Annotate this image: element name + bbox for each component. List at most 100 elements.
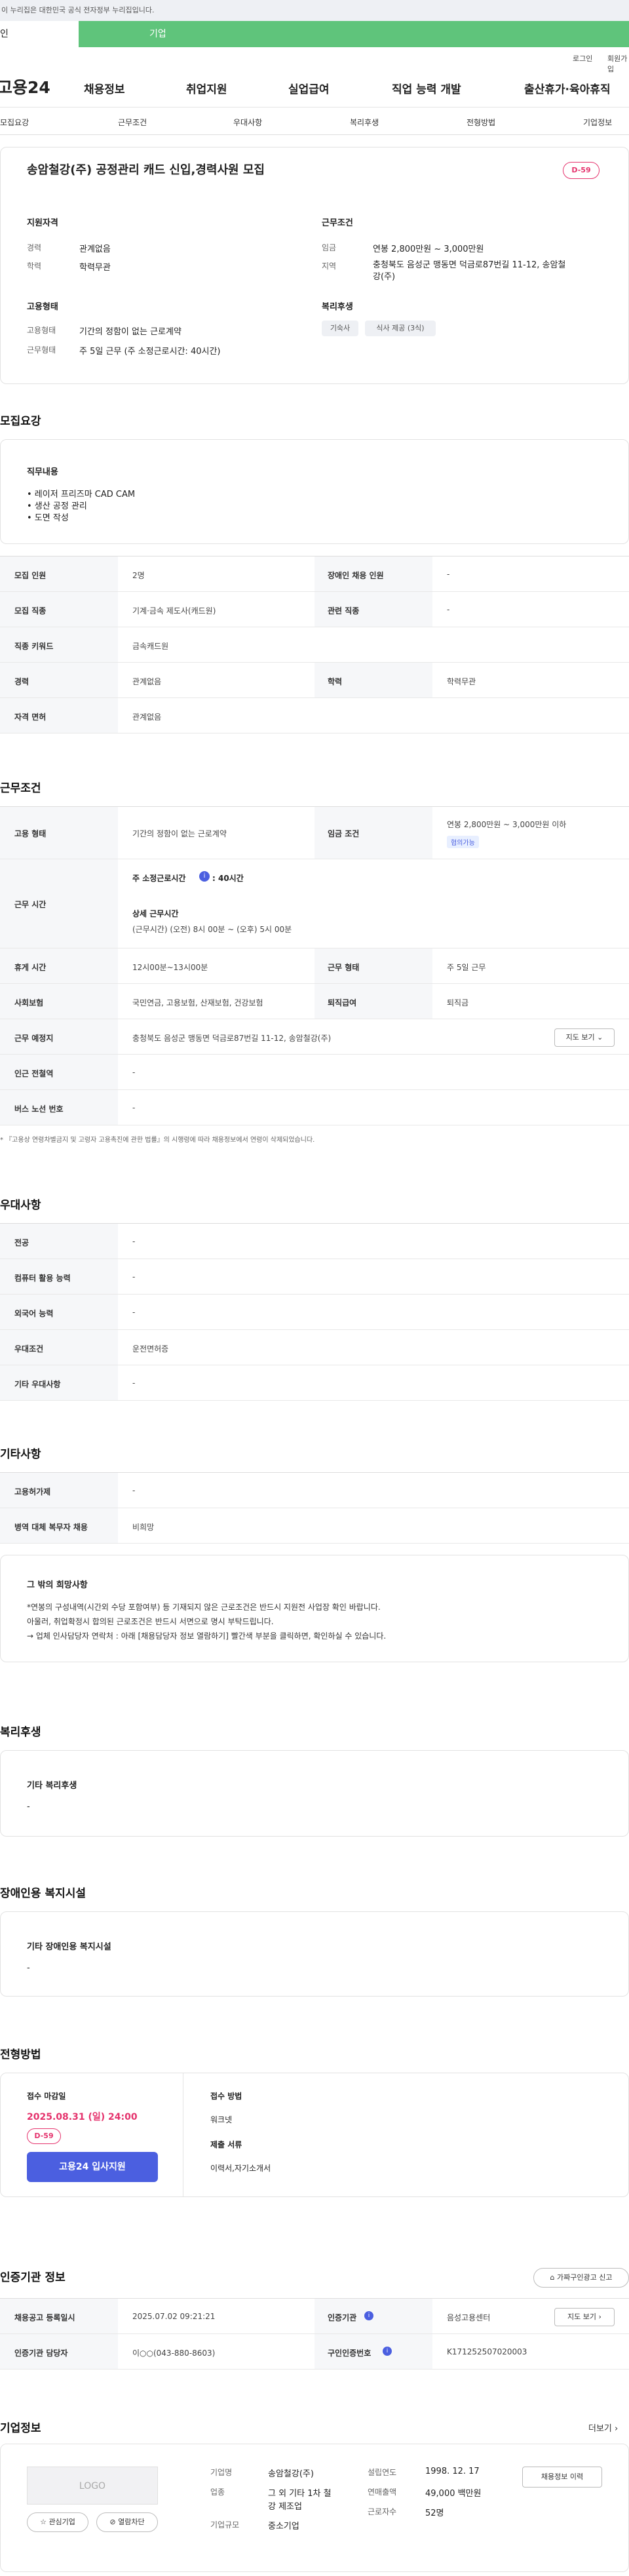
recruit-section-title: 모집요강: [0, 415, 41, 428]
table-header: 경력: [14, 677, 29, 686]
process-box: 접수 마감일 2025.08.31 (일) 24:00 D-59 고용24 입사…: [0, 2073, 629, 2197]
career-label: 경력: [27, 243, 42, 252]
other-wishes-line: 아울러, 취업확정시 합의된 근로조건은 반드시 서면으로 명시 부탁드립니다.: [27, 1617, 274, 1626]
company-logo: LOGO: [27, 2467, 158, 2505]
welfare-box: 기타 복리후생 -: [0, 1750, 629, 1837]
disabled-box-title: 기타 장애인용 복지시설: [27, 1942, 111, 1952]
table-row: 컴퓨터 활용 능력 -: [0, 1259, 629, 1295]
chevron-right-icon: ›: [615, 2424, 619, 2434]
gnb-menu-jobs[interactable]: 채용정보: [84, 80, 125, 96]
company-more-link[interactable]: 더보기 ›: [588, 2421, 618, 2434]
tab-personal[interactable]: 인: [0, 21, 79, 47]
cert-map-button[interactable]: 지도 보기 ›: [554, 2308, 615, 2326]
gnb-menu-employment-support[interactable]: 취업지원: [186, 80, 227, 96]
emptype-value: 기간의 정함이 없는 근로계약: [79, 327, 181, 337]
info-icon[interactable]: i: [383, 2347, 392, 2356]
apply-button[interactable]: 고용24 입사지원: [27, 2152, 158, 2182]
table-cell: 국민연금, 고용보험, 산재보험, 건강보험: [132, 998, 263, 1007]
table-header: 학력: [328, 677, 343, 686]
qual-heading: 지원자격: [27, 218, 58, 228]
table-cell: -: [132, 1103, 136, 1112]
wage-label: 임금: [322, 243, 337, 252]
gnb-menu-unemployment[interactable]: 실업급여: [288, 80, 330, 96]
table-cell: -: [447, 570, 450, 579]
duty-item: • 생산 공정 관리: [27, 501, 87, 511]
welfare-box-title: 기타 복리후생: [27, 1781, 77, 1791]
docs-label: 제출 서류: [210, 2140, 242, 2149]
subnav-process[interactable]: 전형방법: [467, 117, 495, 128]
cert-section-title: 인증기관 정보: [0, 2271, 66, 2284]
table-cell: 충청북도 음성군 맹동면 덕금로87번길 11-12, 송암철강(주): [132, 1034, 332, 1043]
sales-label: 연매출액: [368, 2488, 397, 2497]
subnav-work[interactable]: 근무조건: [118, 117, 147, 128]
table-header: 병역 대체 복무자 채용: [14, 1523, 88, 1532]
cert-table: 채용공고 등록일시 2025.07.02 09:21:21 인증기관 i 음성고…: [0, 2298, 629, 2370]
table-header: 고용허가제: [14, 1487, 51, 1496]
welfare-chip: 식사 제공 (3식): [365, 321, 436, 336]
table-cell: -: [132, 1237, 136, 1246]
job-history-button[interactable]: 채용정보 이력: [522, 2467, 602, 2488]
subnav-company[interactable]: 기업정보: [583, 117, 612, 128]
cond-heading: 근무조건: [322, 218, 353, 228]
table-row: 기타 우대사항 -: [0, 1365, 629, 1401]
etc-section-title: 기타사항: [0, 1448, 41, 1461]
chevron-right-icon: ›: [598, 2313, 601, 2321]
block-view-button[interactable]: ⊘ 열람차단: [96, 2512, 158, 2532]
table-row: 휴게 시간 12시00분~13시00분 근무 형태 주 5일 근무: [0, 948, 629, 984]
method-label: 접수 방법: [210, 2092, 242, 2101]
table-cell: -: [132, 1068, 136, 1077]
table-row: 근무 예정지 충청북도 음성군 맹동면 덕금로87번길 11-12, 송암철강(…: [0, 1019, 629, 1055]
job-summary-card: 송암철강(주) 공정관리 캐드 신입,경력사원 모집 D-59 지원자격 경력 …: [0, 147, 629, 384]
size-label: 기업규모: [210, 2520, 240, 2529]
tab-company[interactable]: 기업: [79, 21, 166, 47]
subnav-welfare[interactable]: 복리후생: [350, 117, 379, 128]
table-header: 임금 조건: [328, 829, 360, 838]
interest-label: 관심기업: [48, 2518, 75, 2526]
table-row: 경력 관계없음 학력 학력무관: [0, 663, 629, 698]
disabled-section-title: 장애인용 복지시설: [0, 1887, 86, 1900]
site-logo[interactable]: 고용24: [0, 75, 50, 98]
table-row: 전공 -: [0, 1224, 629, 1259]
table-row: 모집 직종 기계·금속 제도사(캐드원) 관련 직종 -: [0, 592, 629, 627]
table-header: 버스 노선 번호: [14, 1104, 64, 1114]
gnb-menu-parental-leave[interactable]: 출산휴가·육아휴직: [524, 80, 611, 96]
map-button-label: 지도 보기: [565, 1033, 595, 1042]
other-wishes-line: *연봉의 구성내역(시간외 수당 포함여부) 등 기재되지 않은 근로조건은 반…: [27, 1603, 381, 1612]
company-box: LOGO ☆ 관심기업 ⊘ 열람차단 기업명 송암철강(주) 업종 그 외 기타…: [0, 2444, 629, 2572]
recruit-table: 모집 인원 2명 장애인 채용 인원 - 모집 직종 기계·금속 제도사(캐드원…: [0, 556, 629, 733]
login-link[interactable]: 로그인: [573, 53, 592, 64]
table-row: 외국어 능력 -: [0, 1295, 629, 1330]
table-cell: 주 5일 근무: [447, 963, 486, 972]
subnav-recruit[interactable]: 모집요강: [0, 117, 29, 128]
interest-company-button[interactable]: ☆ 관심기업: [27, 2512, 88, 2532]
welfare-chip: 기숙사: [322, 321, 358, 336]
subnav-pref[interactable]: 우대사항: [233, 117, 262, 128]
deadline-value: 2025.08.31 (일) 24:00: [27, 2112, 138, 2122]
utility-bar: 로그인 회원가입: [0, 47, 629, 73]
industry-label: 업종: [210, 2488, 225, 2497]
table-cell: 학력무관: [447, 677, 476, 686]
report-fake-ad-button[interactable]: ⌂ 가짜구인광고 신고: [533, 2268, 629, 2288]
info-icon[interactable]: i: [199, 871, 210, 882]
table-cell: -: [132, 1486, 136, 1495]
weekly-hours-value: : 40시간: [212, 874, 244, 883]
industry-value-line2: 강 제조업: [268, 2502, 302, 2512]
welfare-heading: 복리후생: [322, 302, 353, 312]
gnb-menu-training[interactable]: 직업 능력 개발: [392, 80, 461, 96]
table-header: 자격 면허: [14, 712, 47, 722]
company-name-label: 기업명: [210, 2468, 233, 2477]
map-button[interactable]: 지도 보기 ⌄: [554, 1028, 615, 1047]
other-wishes-box: 그 밖의 희망사항 *연봉의 구성내역(시간외 수당 포함여부) 등 기재되지 …: [0, 1555, 629, 1662]
home-icon: ⌂: [550, 2273, 555, 2282]
sales-value: 49,000 백만원: [425, 2489, 482, 2499]
table-row: 고용 형태 기간의 정함이 없는 근로계약 임금 조건 연봉 2,800만원 ~…: [0, 807, 629, 859]
table-header: 인증기관 담당자: [14, 2349, 68, 2358]
block-icon: ⊘: [109, 2518, 116, 2526]
table-cell: 관계없음: [132, 677, 162, 686]
table-cell: 12시00분~13시00분: [132, 963, 208, 972]
welfare-box-value: -: [27, 1802, 30, 1812]
info-icon[interactable]: i: [364, 2311, 373, 2320]
table-row: 고용허가제 -: [0, 1473, 629, 1508]
table-cell: K171252507020003: [447, 2347, 527, 2356]
global-nav: 고용24 채용정보 취업지원 실업급여 직업 능력 개발 출산휴가·육아휴직: [0, 67, 629, 107]
